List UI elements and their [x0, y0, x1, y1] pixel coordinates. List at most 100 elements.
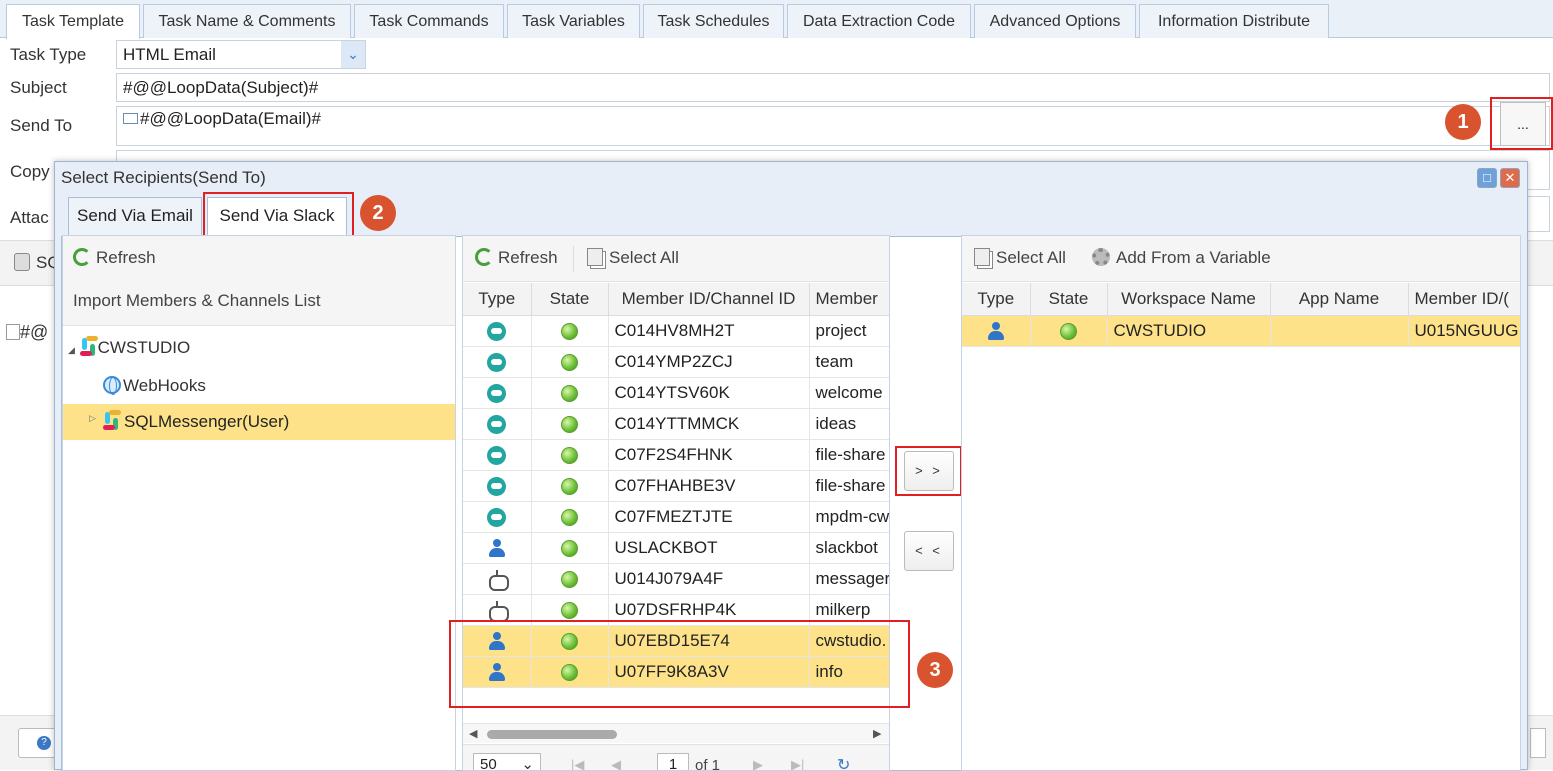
next-page-icon[interactable]: ▶: [753, 757, 763, 770]
member-id-cell: C014YMP2ZCJ: [608, 346, 810, 378]
tree-refresh-button[interactable]: Refresh: [73, 248, 156, 268]
table-row[interactable]: C07FMEZTJTE mpdm-cw: [463, 501, 889, 533]
highlight-box-1: [1490, 97, 1553, 150]
online-status-icon: [561, 415, 578, 433]
type-cell: [463, 501, 532, 533]
close-icon[interactable]: ✕: [1500, 168, 1520, 188]
col-member-id[interactable]: Member ID/(: [1408, 283, 1520, 316]
highlight-box-2: [203, 192, 354, 240]
globe-icon: [103, 376, 121, 395]
scroll-right-icon[interactable]: ▶: [873, 727, 881, 740]
member-name-cell: file-share: [809, 439, 889, 471]
member-toolbar: Refresh Select All: [463, 236, 889, 282]
reload-icon[interactable]: ↻: [837, 755, 850, 770]
table-row[interactable]: C014YTTMMCK ideas: [463, 408, 889, 440]
tree-node-cwstudio[interactable]: ◢ CWSTUDIO: [68, 336, 191, 358]
slack-icon: [79, 336, 98, 356]
member-name-cell: slackbot: [809, 532, 889, 564]
col-state[interactable]: State: [531, 283, 609, 316]
channel-icon: [487, 445, 507, 465]
send-to-input[interactable]: #@@LoopData(Email)#: [116, 106, 1550, 146]
tab-task-template[interactable]: Task Template: [6, 4, 140, 39]
tab-send-via-email[interactable]: Send Via Email: [68, 197, 202, 236]
member-name-cell: welcome: [809, 377, 889, 409]
table-row[interactable]: CWSTUDIO U015NGUUG: [962, 315, 1520, 347]
member-select-all-button[interactable]: Select All: [587, 248, 679, 268]
channel-icon: [487, 476, 507, 496]
select-all-icon: [587, 248, 603, 266]
online-status-icon: [561, 446, 578, 464]
online-status-icon: [561, 322, 578, 340]
table-row[interactable]: C014YMP2ZCJ team: [463, 346, 889, 378]
tree-toolbar: Refresh Import Members & Channels List: [63, 236, 455, 326]
broken-image-icon: [6, 324, 20, 340]
select-all-icon: [974, 248, 990, 266]
col-type[interactable]: Type: [463, 283, 532, 316]
import-members-button[interactable]: Import Members & Channels List: [73, 291, 321, 311]
table-row[interactable]: C014YTSV60K welcome: [463, 377, 889, 409]
table-row[interactable]: C014HV8MH2T project: [463, 315, 889, 347]
tab-information-distribute[interactable]: Information Distribute: [1139, 4, 1329, 38]
col-type[interactable]: Type: [962, 283, 1031, 316]
horizontal-scrollbar[interactable]: ◀ ▶: [463, 723, 889, 743]
member-id-cell: C014YTSV60K: [608, 377, 810, 409]
selected-select-all-button[interactable]: Select All: [974, 248, 1066, 268]
bot-icon: [487, 570, 509, 592]
tab-task-commands[interactable]: Task Commands: [354, 4, 504, 38]
prev-page-icon[interactable]: ◀: [611, 757, 621, 770]
page-size-select[interactable]: 50 ⌄: [473, 753, 541, 770]
col-app-name[interactable]: App Name: [1270, 283, 1409, 316]
callout-2: 2: [360, 195, 396, 231]
last-page-icon[interactable]: ▶|: [791, 757, 804, 770]
workspace-tree-panel: Refresh Import Members & Channels List ◢…: [62, 235, 456, 771]
table-row[interactable]: USLACKBOT slackbot: [463, 532, 889, 564]
callout-1: 1: [1445, 104, 1481, 140]
tree-node-sqlmessenger[interactable]: ▷ SQLMessenger(User): [63, 404, 455, 440]
table-row[interactable]: C07F2S4FHNK file-share: [463, 439, 889, 471]
tab-task-name-comments[interactable]: Task Name & Comments: [143, 4, 351, 38]
bottom-right-button[interactable]: [1530, 728, 1546, 758]
tab-task-schedules[interactable]: Task Schedules: [643, 4, 784, 38]
slack-icon: [103, 410, 121, 432]
send-to-value: #@@LoopData(Email)#: [140, 109, 321, 128]
table-row[interactable]: U014J079A4F messager: [463, 563, 889, 595]
tab-data-extraction-code[interactable]: Data Extraction Code: [787, 4, 971, 38]
subject-input[interactable]: #@@LoopData(Subject)#: [116, 73, 1550, 102]
task-type-value: HTML Email: [123, 45, 216, 64]
add-from-variable-button[interactable]: Add From a Variable: [1092, 248, 1271, 268]
state-cell: [531, 408, 609, 440]
tree-label-cwstudio: CWSTUDIO: [97, 338, 191, 357]
col-workspace-name[interactable]: Workspace Name: [1107, 283, 1271, 316]
maximize-icon[interactable]: □: [1477, 168, 1497, 188]
copy-label: Copy: [10, 162, 50, 181]
channel-icon: [487, 352, 507, 372]
member-refresh-button[interactable]: Refresh: [475, 248, 558, 268]
tab-advanced-options[interactable]: Advanced Options: [974, 4, 1136, 38]
page-number-input[interactable]: 1: [657, 753, 689, 770]
scrollbar-thumb[interactable]: [487, 730, 617, 739]
table-row[interactable]: C07FHAHBE3V file-share: [463, 470, 889, 502]
col-member-id[interactable]: Member ID/Channel ID: [608, 283, 810, 316]
type-cell: [463, 315, 532, 347]
type-cell: [463, 532, 532, 564]
task-type-select[interactable]: HTML Email ⌄: [116, 40, 366, 69]
first-page-icon[interactable]: |◀: [571, 757, 584, 770]
move-left-button[interactable]: < <: [904, 531, 954, 571]
tree-label-webhooks: WebHooks: [123, 376, 206, 395]
col-member[interactable]: Member: [809, 283, 889, 316]
tab-task-variables[interactable]: Task Variables: [507, 4, 640, 38]
tree-label-sqlmessenger: SQLMessenger(User): [124, 412, 290, 431]
workspace-cell: CWSTUDIO: [1107, 315, 1271, 347]
member-id-cell: C07FMEZTJTE: [608, 501, 810, 533]
col-state[interactable]: State: [1030, 283, 1108, 316]
state-cell: [531, 532, 609, 564]
tree-node-webhooks[interactable]: WebHooks: [103, 376, 206, 396]
type-cell: [962, 315, 1031, 347]
member-id-cell: U014J079A4F: [608, 563, 810, 595]
scroll-left-icon[interactable]: ◀: [469, 727, 477, 740]
state-cell: [531, 315, 609, 347]
chevron-down-icon[interactable]: ⌄: [341, 41, 365, 68]
member-name-cell: project: [809, 315, 889, 347]
online-status-icon: [561, 353, 578, 371]
selected-recipients-panel: Select All Add From a Variable Type Stat…: [961, 235, 1521, 771]
